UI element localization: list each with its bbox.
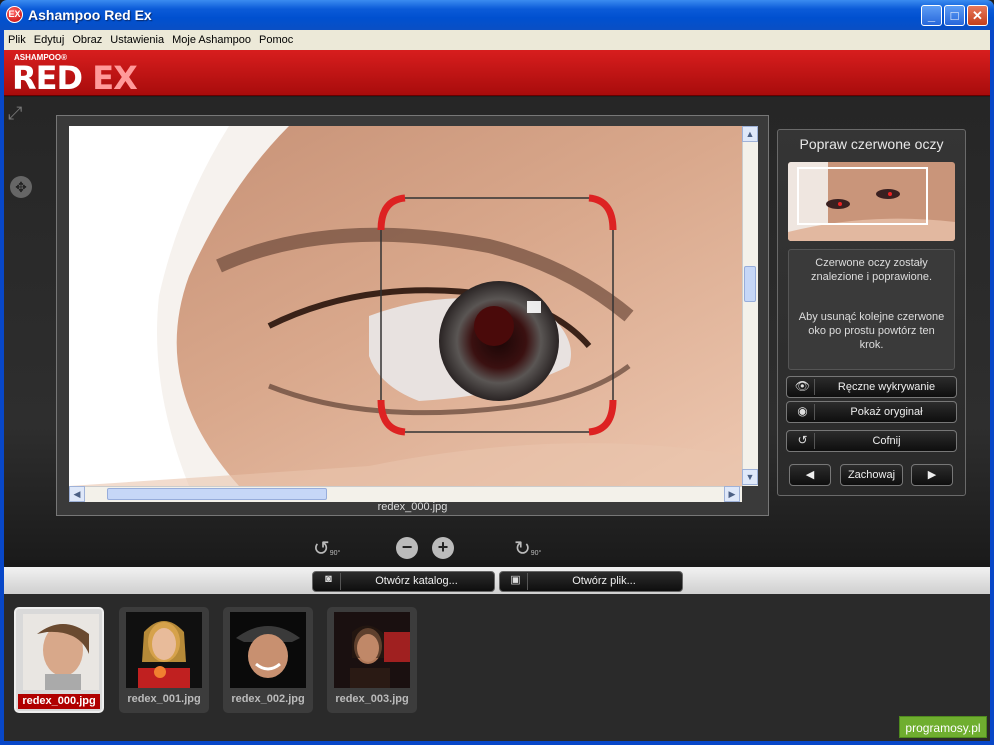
minimize-button[interactable]: _ [921, 5, 942, 26]
open-strip [4, 567, 990, 594]
scroll-right-button[interactable]: ▶ [724, 486, 740, 502]
save-button[interactable]: Zachowaj [840, 464, 903, 486]
manual-eye-icon: 👁 [791, 379, 815, 395]
image-viewer: ▲ ▼ ◀ ▶ [56, 115, 769, 516]
open-folder-button[interactable]: ◙ Otwórz katalog... [312, 571, 495, 592]
open-file-button[interactable]: ▣ Otwórz plik... [499, 571, 683, 592]
scroll-up-button[interactable]: ▲ [742, 126, 758, 142]
thumbnail-caption: redex_001.jpg [127, 693, 201, 705]
next-button[interactable]: ▶ [911, 464, 953, 486]
window-title: Ashampoo Red Ex [28, 7, 152, 23]
camera-icon: ◙ [317, 573, 341, 590]
fullscreen-icon[interactable]: ⤢ [8, 103, 22, 124]
menu-ustawienia[interactable]: Ustawienia [106, 31, 168, 46]
thumbnail-caption: redex_003.jpg [335, 693, 409, 705]
open-file-label: Otwórz plik... [572, 575, 636, 587]
horizontal-scrollbar[interactable]: ◀ ▶ [69, 486, 742, 502]
watermark-badge: programosy.pl [899, 716, 987, 738]
thumbnail-image [23, 614, 99, 690]
thumbnail-image [126, 612, 202, 688]
thumbnail-image [334, 612, 410, 688]
rotate-right-degree: 90° [530, 550, 542, 557]
brand-logo: RED EX [12, 59, 138, 97]
zoom-in-button[interactable]: + [432, 537, 454, 559]
rotate-left-degree: 90° [329, 550, 341, 557]
pan-icon[interactable]: ✥ [10, 176, 32, 198]
eye-photo [69, 126, 742, 486]
panel-title: Popraw czerwone oczy [799, 136, 944, 152]
thumbnail-item[interactable]: redex_001.jpg [119, 607, 209, 713]
rotate-right-button[interactable]: ↻90° [514, 536, 541, 561]
scroll-down-button[interactable]: ▼ [742, 469, 758, 485]
manual-detect-label: Ręczne wykrywanie [837, 381, 936, 393]
thumbnail-image [230, 612, 306, 688]
prev-button[interactable]: ◀ [789, 464, 831, 486]
thumbnail-item[interactable]: redex_000.jpg [14, 607, 104, 713]
menu-obraz[interactable]: Obraz [68, 31, 106, 46]
show-original-button[interactable]: ◉ Pokaż oryginał [786, 401, 957, 423]
current-filename: redex_000.jpg [377, 501, 448, 513]
rotate-left-button[interactable]: ↺90° [313, 536, 340, 561]
thumbnail-caption: redex_002.jpg [231, 693, 305, 705]
red-eye-panel: Popraw czerwone oczy Czerwone oczy zosta… [777, 129, 966, 496]
thumbnail-caption: redex_000.jpg [18, 694, 100, 709]
vertical-scrollbar[interactable]: ▲ ▼ [742, 126, 758, 486]
menu-pomoc[interactable]: Pomoc [255, 31, 297, 46]
file-icon: ▣ [504, 573, 528, 590]
preview-image [788, 162, 955, 241]
manual-detect-button[interactable]: 👁 Ręczne wykrywanie [786, 376, 957, 398]
undo-label: Cofnij [872, 435, 901, 447]
vertical-scroll-thumb[interactable] [744, 266, 756, 302]
arrow-right-icon: ▶ [927, 469, 937, 481]
title-bar: EX Ashampoo Red Ex _ □ ✕ [0, 0, 994, 30]
info-box: Czerwone oczy zostały znalezione i popra… [788, 249, 955, 370]
info-found-text: Czerwone oczy zostały znalezione i popra… [810, 257, 933, 283]
thumbnail-item[interactable]: redex_003.jpg [327, 607, 417, 713]
maximize-button[interactable]: □ [944, 5, 965, 26]
horizontal-scroll-thumb[interactable] [107, 488, 327, 500]
info-repeat-text: Aby usunąć kolejne czerwone oko po prost… [798, 311, 945, 351]
logo-red: RED [12, 59, 93, 97]
menu-plik[interactable]: Plik [4, 31, 30, 46]
thumbnail-item[interactable]: redex_002.jpg [223, 607, 313, 713]
zoom-out-button[interactable]: − [396, 537, 418, 559]
menu-bar: Plik Edytuj Obraz Ustawienia Moje Ashampoo Po… [4, 30, 990, 50]
close-button[interactable]: ✕ [967, 5, 988, 26]
window-frame-right [990, 30, 994, 745]
preview-thumbnail[interactable] [788, 162, 955, 241]
menu-edytuj[interactable]: Edytuj [30, 31, 69, 46]
logo-ex: EX [92, 59, 138, 97]
eye-icon: ◉ [791, 404, 815, 420]
arrow-left-icon: ◀ [805, 469, 815, 481]
window-frame-left [0, 30, 4, 745]
brand-bar: ASHAMPOO® RED EX [4, 50, 990, 97]
undo-icon: ↺ [791, 433, 815, 449]
show-original-label: Pokaż oryginał [850, 406, 923, 418]
menu-moje-ashampoo[interactable]: Moje Ashampoo [168, 31, 255, 46]
app-icon[interactable]: EX [6, 6, 23, 23]
image-canvas[interactable] [69, 126, 742, 486]
open-folder-label: Otwórz katalog... [375, 575, 458, 587]
undo-button[interactable]: ↺ Cofnij [786, 430, 957, 452]
scroll-left-button[interactable]: ◀ [69, 486, 85, 502]
window-frame-bottom [0, 741, 994, 745]
